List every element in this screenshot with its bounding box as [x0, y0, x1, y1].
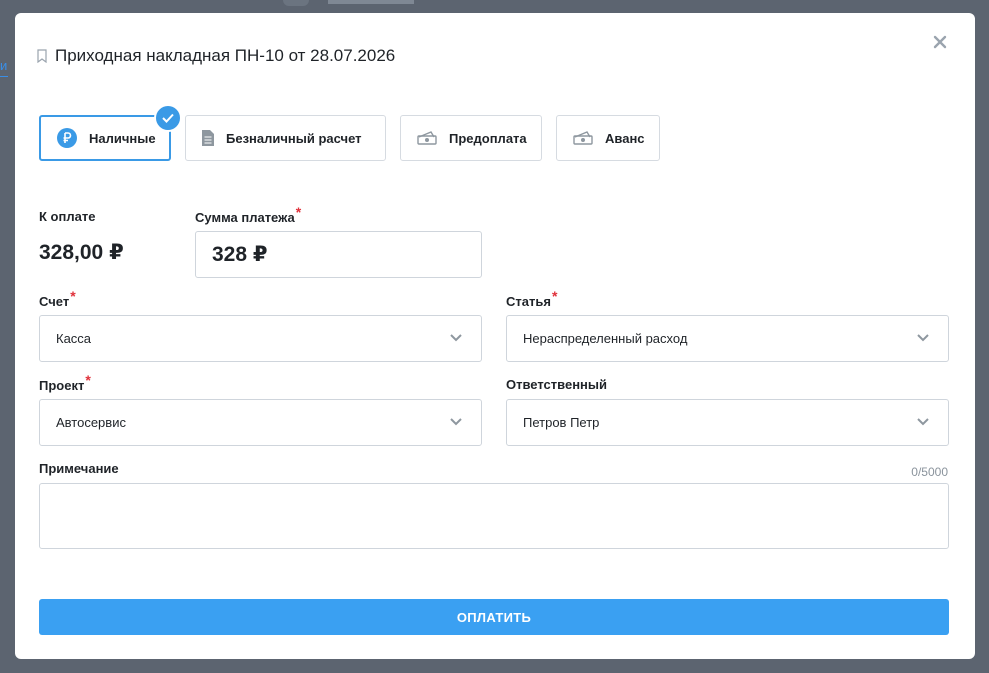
document-icon [202, 130, 214, 146]
to-pay-value: 328,00 ₽ [39, 241, 124, 264]
tab-label: Предоплата [449, 130, 527, 146]
article-label: Статья* [506, 288, 558, 309]
to-pay-label: К оплате [39, 209, 96, 224]
note-counter: 0/5000 [911, 465, 948, 479]
tab-label: Безналичный расчет [226, 130, 362, 146]
pay-button[interactable]: ОПЛАТИТЬ [39, 599, 949, 635]
required-mark: * [70, 288, 76, 304]
project-label: Проект* [39, 372, 91, 393]
note-label: Примечание [39, 461, 119, 476]
banknote-icon [417, 131, 437, 145]
chevron-down-icon [917, 418, 929, 426]
ruble-circle-icon [57, 128, 77, 148]
bookmark-icon[interactable] [37, 49, 47, 63]
background-page [0, 0, 989, 14]
chevron-down-icon [450, 334, 462, 342]
article-select[interactable]: Нераспределенный расход [506, 315, 949, 362]
chevron-down-icon [917, 334, 929, 342]
account-label: Счет* [39, 288, 76, 309]
background-tab [283, 0, 309, 6]
tab-label: Наличные [89, 130, 156, 146]
modal-title: Приходная накладная ПН-10 от 28.07.2026 [55, 46, 396, 65]
required-mark: * [85, 372, 91, 388]
check-icon [154, 104, 182, 132]
payment-sum-label: Сумма платежа* [195, 204, 302, 225]
note-textarea[interactable] [39, 483, 949, 549]
payment-sum-input[interactable]: 328 ₽ [195, 231, 482, 278]
account-select[interactable]: Касса [39, 315, 482, 362]
required-mark: * [551, 288, 558, 304]
responsible-label: Ответственный [506, 377, 607, 392]
payment-type-tabs: Наличные Безналичный расчет Предоплата А… [39, 104, 674, 161]
tab-cash[interactable]: Наличные [39, 104, 182, 161]
modal-header: Приходная накладная ПН-10 от 28.07.2026 [37, 46, 395, 66]
tab-label: Аванс [605, 130, 645, 146]
tab-prepayment[interactable]: Предоплата [400, 115, 542, 161]
banknote-icon [573, 131, 593, 145]
payment-modal: Приходная накладная ПН-10 от 28.07.2026 … [15, 13, 975, 659]
background-tab-active [328, 0, 414, 4]
background-link: и [0, 58, 8, 77]
project-select[interactable]: Автосервис [39, 399, 482, 446]
tab-cashless[interactable]: Безналичный расчет [185, 115, 386, 161]
responsible-select[interactable]: Петров Петр [506, 399, 949, 446]
chevron-down-icon [450, 418, 462, 426]
required-mark: * [295, 204, 302, 220]
close-icon[interactable] [933, 35, 947, 49]
tab-advance[interactable]: Аванс [556, 115, 660, 161]
